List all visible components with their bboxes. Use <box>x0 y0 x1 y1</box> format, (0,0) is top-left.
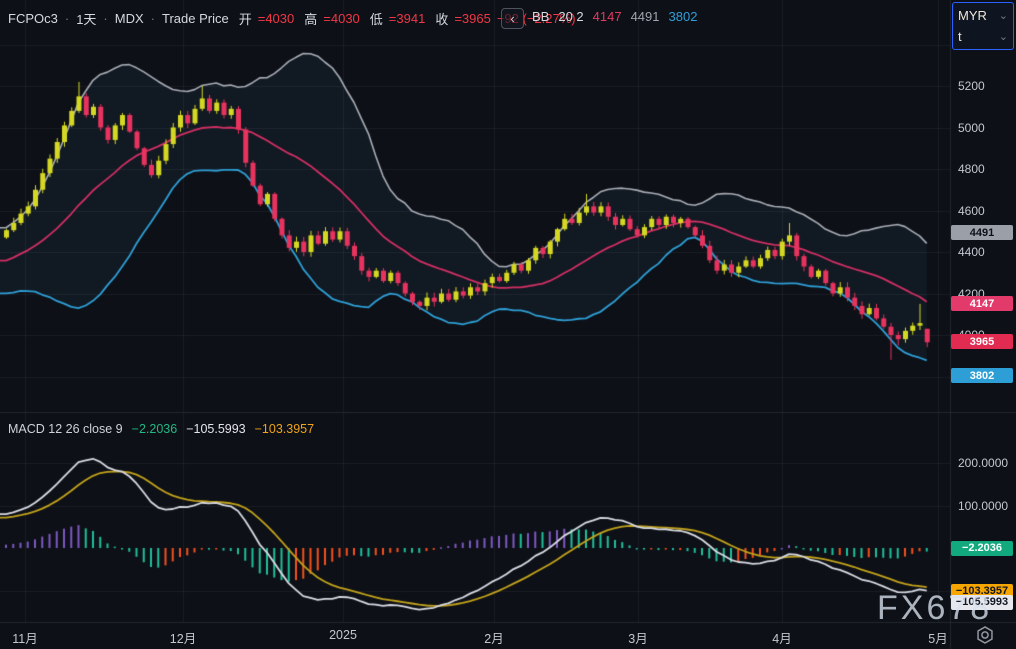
legend-separator: · <box>150 11 155 26</box>
unit-value: t <box>958 29 962 44</box>
macd-hist-badge: −2.2036 <box>951 540 1013 556</box>
price-axis-label: 5000 <box>958 120 985 135</box>
last-price-badge: 3965 <box>951 334 1013 350</box>
bb-lower-value: 3802 <box>668 9 698 24</box>
high-label: 高 <box>304 12 318 27</box>
pane-settings-button[interactable] <box>972 624 998 646</box>
bb-title: BB <box>532 9 550 24</box>
bb-lower-badge: 3802 <box>951 368 1013 384</box>
time-axis-label: 5月 <box>928 632 948 646</box>
currency-selector[interactable]: MYR ⌄ <box>958 5 1008 26</box>
time-axis-label: 4月 <box>772 632 792 646</box>
macd-axis-label: 100.0000 <box>958 498 1009 513</box>
main-legend: FCPOc3 · 1天 · MDX · Trade Price 开 =4030 高… <box>8 9 576 28</box>
macd-signal-value: −103.3957 <box>254 422 315 436</box>
symbol-title[interactable]: FCPOc3 <box>8 11 58 26</box>
gear-icon <box>977 626 993 644</box>
price-axis-label: 4400 <box>958 245 985 259</box>
macd-line-badge: −105.5993 <box>951 594 1013 610</box>
price-axis-label: 4600 <box>958 203 985 218</box>
time-axis-label: 2025 <box>329 628 357 642</box>
close-value: =3965 <box>454 11 491 26</box>
bb-upper-value: 4491 <box>630 9 660 24</box>
bb-basis-value: 4147 <box>592 9 622 24</box>
currency-unit-widget: MYR ⌄ t ⌄ <box>952 2 1014 50</box>
macd-axis-label: 200.0000 <box>958 456 1009 470</box>
chevron-down-icon: ⌄ <box>998 9 1008 22</box>
macd-hist-value: −2.2036 <box>131 422 178 436</box>
bb-upper-badge: 4491 <box>951 225 1013 241</box>
time-axis-label: 2月 <box>484 632 504 646</box>
low-value: =3941 <box>388 11 426 26</box>
low-label: 低 <box>369 12 383 27</box>
chevron-down-icon: ⌄ <box>998 30 1008 43</box>
price-axis-label: 5200 <box>958 79 985 93</box>
close-label: 收 <box>435 12 449 27</box>
macd-indicator-legend[interactable]: MACD 12 26 close 9 −2.2036 −105.5993 −10… <box>8 422 314 436</box>
legend-separator: · <box>103 11 108 26</box>
bb-basis-badge: 4147 <box>951 296 1013 312</box>
price-axis-label: 4800 <box>958 162 985 176</box>
high-value: =4030 <box>323 11 360 26</box>
series-type-label: Trade Price <box>162 11 229 26</box>
macd-title: MACD 12 26 close 9 <box>8 422 123 436</box>
time-axis-label: 3月 <box>628 632 648 646</box>
open-label: 开 <box>238 12 252 27</box>
unit-selector[interactable]: t ⌄ <box>958 26 1008 47</box>
currency-value: MYR <box>958 8 987 23</box>
time-axis-label: 12月 <box>169 632 197 646</box>
bb-indicator-legend[interactable]: BB 20 2 4147 4491 3802 <box>532 9 697 24</box>
open-value: =4030 <box>257 11 295 26</box>
time-axis-label: 11月 <box>12 632 38 646</box>
bb-params: 20 2 <box>558 9 584 24</box>
macd-line-value: −105.5993 <box>186 422 246 436</box>
chart-canvas[interactable] <box>0 0 1016 649</box>
chart-application: FCPOc3 · 1天 · MDX · Trade Price 开 =4030 高… <box>0 0 1016 649</box>
legend-separator: · <box>64 11 70 26</box>
legend-collapse-button[interactable]: ‹ <box>501 8 524 29</box>
exchange-label: MDX <box>114 11 144 26</box>
interval-label[interactable]: 1天 <box>76 9 96 28</box>
